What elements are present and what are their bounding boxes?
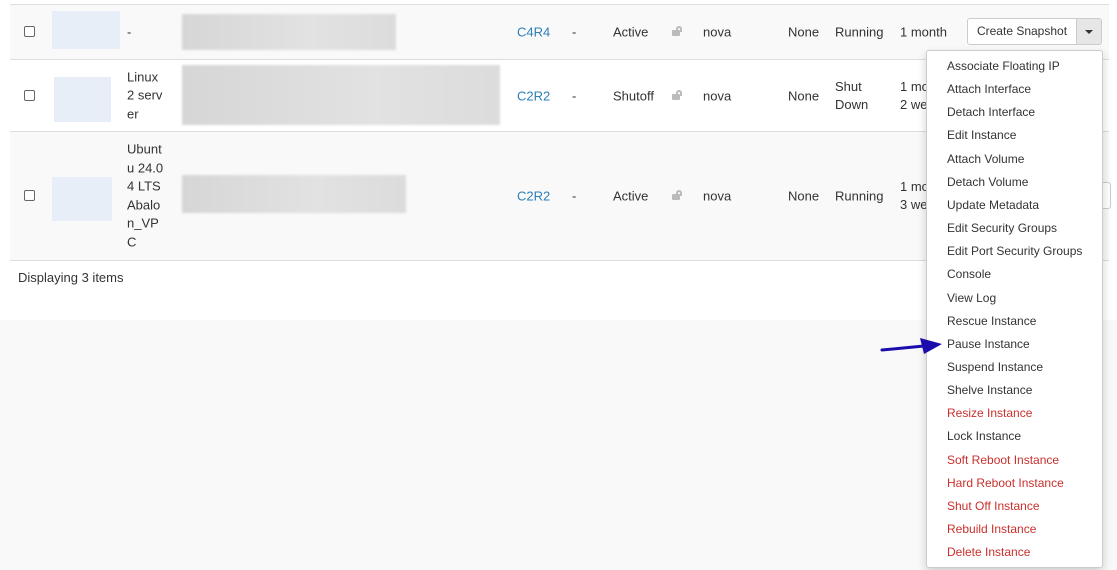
menu-item-view-log[interactable]: View Log: [947, 291, 996, 305]
menu-item-attach-interface[interactable]: Attach Interface: [947, 82, 1031, 96]
menu-item-delete-instance[interactable]: Delete Instance: [947, 545, 1030, 559]
menu-item-edit-security-groups[interactable]: Edit Security Groups: [947, 221, 1057, 235]
menu-item-rescue-instance[interactable]: Rescue Instance: [947, 314, 1036, 328]
menu-item-soft-reboot-instance[interactable]: Soft Reboot Instance: [947, 453, 1059, 467]
flavor-link[interactable]: C2R2: [517, 189, 550, 204]
menu-item-attach-volume[interactable]: Attach Volume: [947, 152, 1024, 166]
row-select-checkbox[interactable]: [24, 89, 35, 101]
availability-zone: nova: [703, 188, 732, 204]
row-select-checkbox[interactable]: [24, 26, 35, 37]
actions-dropdown-toggle[interactable]: [1076, 18, 1102, 45]
instance-image-thumbnail: [54, 77, 111, 122]
task: None: [788, 188, 820, 204]
menu-item-edit-port-security-groups[interactable]: Edit Port Security Groups: [947, 244, 1082, 258]
actions-dropdown-menu: Associate Floating IP Attach Interface Det…: [926, 50, 1103, 568]
arrow-right-icon: [880, 338, 942, 354]
caret-down-icon: [1085, 30, 1093, 34]
status: Active: [613, 24, 649, 40]
row-select-checkbox[interactable]: [24, 190, 35, 201]
menu-item-lock-instance[interactable]: Lock Instance: [947, 429, 1021, 443]
menu-item-console[interactable]: Console: [947, 267, 991, 281]
power-state: Running: [835, 24, 884, 40]
menu-item-resize-instance[interactable]: Resize Instance: [947, 406, 1032, 420]
key-pair: -: [572, 88, 577, 103]
availability-zone: nova: [703, 88, 732, 103]
redacted-ip-address: [182, 14, 396, 50]
redacted-ip-address: [182, 175, 406, 213]
instance-image-thumbnail: [52, 11, 120, 49]
menu-item-detach-interface[interactable]: Detach Interface: [947, 105, 1035, 119]
key-pair: -: [572, 188, 577, 204]
status: Active: [613, 188, 649, 204]
task: None: [788, 24, 820, 40]
unlocked-padlock-icon: [672, 89, 684, 100]
age: 1 month: [900, 24, 947, 40]
flavor-link[interactable]: C2R2: [517, 88, 550, 103]
redacted-ip-address: [182, 65, 500, 125]
status: Shutoff: [613, 88, 654, 103]
menu-item-detach-volume[interactable]: Detach Volume: [947, 175, 1028, 189]
menu-item-rebuild-instance[interactable]: Rebuild Instance: [947, 522, 1036, 536]
instance-image-thumbnail: [52, 177, 112, 221]
menu-item-edit-instance[interactable]: Edit Instance: [947, 128, 1016, 142]
create-snapshot-button[interactable]: Create Snapshot: [967, 18, 1077, 45]
menu-item-associate-floating-ip[interactable]: Associate Floating IP: [947, 59, 1060, 73]
task: None: [788, 88, 820, 103]
menu-item-suspend-instance[interactable]: Suspend Instance: [947, 360, 1043, 374]
instance-name[interactable]: Linux 2 server: [127, 68, 167, 124]
menu-item-hard-reboot-instance[interactable]: Hard Reboot Instance: [947, 476, 1064, 490]
unlocked-padlock-icon: [672, 26, 684, 36]
unlocked-padlock-icon: [672, 190, 684, 200]
instance-name[interactable]: -: [127, 25, 131, 40]
menu-item-shelve-instance[interactable]: Shelve Instance: [947, 383, 1032, 397]
key-pair: -: [572, 24, 577, 40]
menu-item-pause-instance[interactable]: Pause Instance: [947, 337, 1030, 351]
power-state: Running: [835, 188, 884, 204]
items-count: Displaying 3 items: [18, 270, 124, 285]
availability-zone: nova: [703, 24, 732, 40]
flavor-link[interactable]: C4R4: [517, 25, 550, 40]
instance-name[interactable]: Ubuntu 24.04 LTS Abalon_VPC: [127, 141, 167, 252]
menu-item-shut-off-instance[interactable]: Shut Off Instance: [947, 499, 1040, 513]
menu-item-update-metadata[interactable]: Update Metadata: [947, 198, 1039, 212]
power-state: Shut Down: [835, 78, 869, 112]
